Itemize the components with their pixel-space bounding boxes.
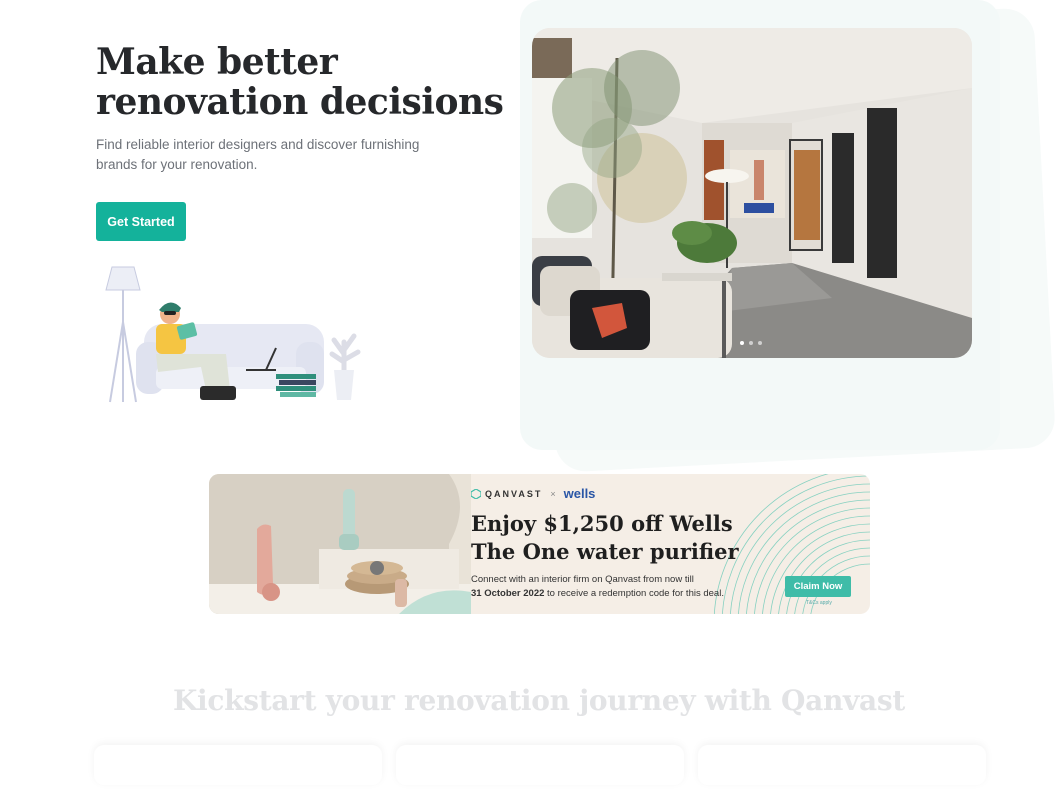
claim-now-button[interactable]: Claim Now (785, 576, 851, 597)
carousel-dot[interactable] (758, 341, 762, 345)
carousel-dot[interactable] (749, 341, 753, 345)
journey-card[interactable] (396, 745, 684, 785)
promo-copy-pre: Connect with an interior firm on Qanvast… (471, 574, 694, 585)
promo-logos: QANVAST × wells (471, 486, 595, 501)
water-purifier-photo (209, 474, 471, 614)
interior-photo (532, 28, 972, 358)
promo-headline-line-2: The One water purifier (471, 539, 739, 564)
hero-title-line-1: Make better (96, 41, 338, 83)
hero-title: Make better renovation decisions (96, 42, 516, 122)
tnc-link[interactable]: T&Cs apply (806, 600, 832, 606)
promo-copy-post: to receive a redemption code for this de… (547, 588, 724, 599)
qanvast-logo-icon (471, 488, 481, 499)
section-title: Kickstart your renovation journey with Q… (173, 684, 905, 717)
hero-carousel-image[interactable] (532, 28, 972, 358)
hero-subtitle: Find reliable interior designers and dis… (96, 137, 420, 172)
wells-logo: wells (563, 486, 596, 501)
qanvast-logo-text: QANVAST (485, 488, 543, 499)
promo-copy-date: 31 October 2022 (471, 588, 545, 599)
carousel-dots (740, 341, 762, 345)
promo-description: Connect with an interior firm on Qanvast… (471, 573, 781, 601)
hero-title-line-2: renovation decisions (96, 81, 504, 123)
promo-headline-line-1: Enjoy $1,250 off Wells (471, 511, 733, 536)
carousel-dot[interactable] (740, 341, 744, 345)
promo-banner[interactable]: QANVAST × wells Enjoy $1,250 off Wells T… (209, 474, 870, 614)
times-sign: × (550, 488, 556, 499)
journey-card[interactable] (698, 745, 986, 785)
journey-card[interactable] (94, 745, 382, 785)
sofa-illustration (105, 266, 361, 403)
get-started-button[interactable]: Get Started (96, 202, 186, 241)
promo-headline: Enjoy $1,250 off Wells The One water pur… (471, 510, 791, 566)
qanvast-logo: QANVAST (471, 488, 543, 499)
